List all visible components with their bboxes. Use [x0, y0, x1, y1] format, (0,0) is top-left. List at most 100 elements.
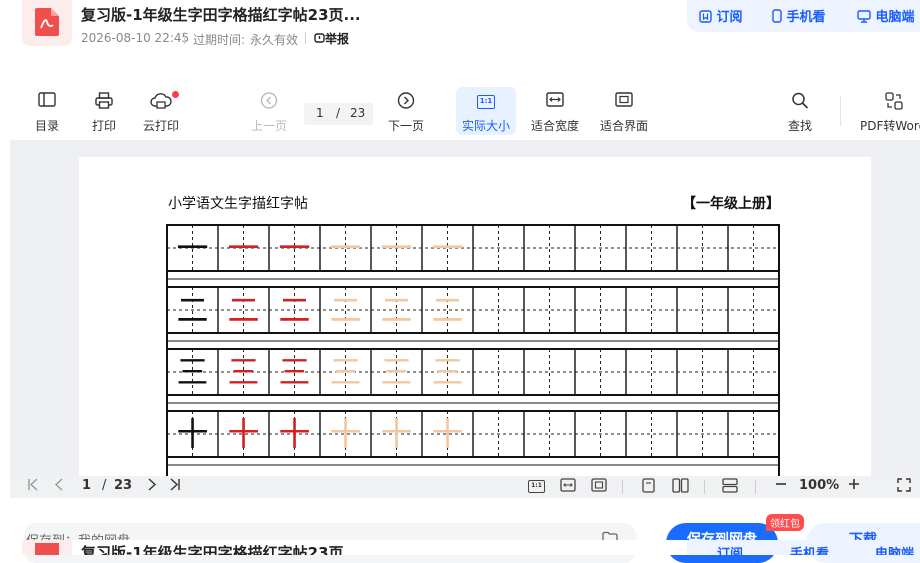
upload-date: 2026-08-10 22:45 — [81, 31, 190, 45]
worksheet-grade: 【一年级上册】 — [682, 196, 780, 212]
subscribe-button[interactable]: 订阅 — [699, 6, 743, 25]
cloud-print-icon — [150, 93, 172, 109]
fit-page-small-button[interactable] — [591, 478, 607, 496]
practice-character: 十 — [431, 415, 463, 453]
pdf-to-word-button[interactable]: PDF转Word — [860, 86, 920, 138]
top-actions-bar: 订阅 手机看 电脑端 — [687, 0, 920, 32]
practice-character: 二 — [329, 291, 361, 329]
prev-page-label: 上一页 — [250, 119, 287, 133]
print-label: 打印 — [91, 119, 116, 133]
prev-page-small-button[interactable] — [53, 478, 66, 495]
practice-character: 十 — [329, 415, 361, 453]
top-actions-bar: 订阅 手机看 电脑端 — [687, 540, 920, 555]
fullscreen-button[interactable] — [897, 478, 911, 496]
practice-character: 十 — [380, 415, 412, 453]
printer-icon — [95, 92, 113, 109]
next-page-label: 下一页 — [387, 119, 424, 133]
double-page-button[interactable] — [672, 478, 689, 497]
convert-icon — [885, 92, 903, 110]
practice-character: 一 — [431, 229, 463, 267]
practice-character: 二 — [227, 291, 259, 329]
practice-character: 三 — [176, 353, 208, 391]
practice-character: 二 — [380, 291, 412, 329]
practice-character: 二 — [431, 291, 463, 329]
print-button[interactable]: 打印 — [85, 86, 123, 138]
zoom-in-button[interactable] — [848, 478, 860, 494]
report-button[interactable]: 举报 — [314, 30, 349, 47]
pdf-file-icon — [22, 0, 72, 46]
actual-size-button[interactable]: 1:1 实际大小 — [456, 87, 516, 135]
fit-width-button[interactable]: 适合宽度 — [529, 86, 581, 138]
fullscreen-icon — [897, 478, 911, 492]
practice-character: 十 — [176, 415, 208, 453]
actual-size-small-button[interactable]: 1:1 — [528, 480, 545, 493]
fit-width-small-button[interactable] — [560, 478, 576, 496]
document-title: 复习版-1年级生字田字格描红字帖23页... — [81, 6, 361, 24]
page-separator: / — [336, 106, 341, 120]
monitor-icon — [857, 10, 871, 23]
chevron-left-circle-icon — [260, 92, 278, 109]
practice-character: 三 — [329, 353, 361, 391]
document-title: 复习版-1年级生字田字格描红字帖23页 — [81, 544, 344, 555]
red-packet-badge[interactable]: 领红包 — [766, 514, 804, 531]
practice-character: 一 — [329, 229, 361, 267]
tianzige-grid: 一一一一一一二二二二二二三三三三三三十十十十十十 — [166, 224, 780, 476]
viewer-toolbar: 目录 打印 云打印 上一页 下一页 1:1 实际大小 适合宽度 适合界面 查找 … — [0, 86, 920, 138]
practice-character: 十 — [227, 415, 259, 453]
mobile-view-button[interactable]: 手机看 — [772, 6, 826, 25]
fit-width-label: 适合宽度 — [530, 119, 579, 133]
next-page-small-button[interactable] — [145, 478, 158, 495]
practice-character: 三 — [227, 353, 259, 391]
first-page-button[interactable] — [27, 478, 40, 495]
actual-size-label: 实际大小 — [461, 119, 510, 133]
report-label: 举报 — [325, 32, 350, 46]
cloud-print-button[interactable]: 云打印 — [137, 86, 185, 138]
practice-character: 三 — [431, 353, 463, 391]
scroll-mode-icon — [722, 478, 738, 493]
plus-icon — [849, 479, 859, 489]
single-page-icon — [642, 478, 655, 493]
practice-row: 二二二二二二 — [166, 286, 780, 342]
practice-character: 十 — [278, 415, 310, 453]
next-page-button[interactable]: 下一页 — [384, 86, 428, 138]
fit-page-icon — [615, 92, 633, 107]
practice-character: 一 — [227, 229, 259, 267]
scroll-mode-button[interactable] — [722, 478, 738, 497]
pdf-file-icon — [22, 540, 72, 555]
fit-page-label: 适合界面 — [599, 119, 648, 133]
fit-width-icon — [546, 92, 564, 107]
last-page-button[interactable] — [168, 478, 181, 495]
desktop-button[interactable]: 电脑端 — [857, 6, 915, 25]
practice-character: 二 — [278, 291, 310, 329]
page-number-input[interactable]: 1 / 23 — [304, 103, 373, 125]
divider — [704, 480, 705, 494]
current-page: 1 — [316, 106, 324, 120]
fit-page-button[interactable]: 适合界面 — [598, 86, 650, 138]
practice-character: 一 — [380, 229, 412, 267]
notification-dot — [172, 91, 179, 98]
practice-row: 一一一一一一 — [166, 224, 780, 280]
catalog-button[interactable]: 目录 — [28, 86, 66, 138]
practice-character: 三 — [380, 353, 412, 391]
divider — [305, 32, 306, 44]
search-button[interactable]: 查找 — [783, 86, 817, 138]
subscribe-label[interactable]: 订阅 — [717, 543, 743, 555]
practice-character: 一 — [176, 229, 208, 267]
catalog-label: 目录 — [34, 119, 59, 133]
mobile-label[interactable]: 手机看 — [790, 543, 829, 555]
mobile-label: 手机看 — [786, 10, 826, 25]
prev-page-button[interactable]: 上一页 — [248, 86, 290, 138]
fit-width-icon — [560, 478, 576, 492]
zoom-out-button[interactable] — [775, 478, 787, 494]
fit-page-icon — [591, 478, 607, 492]
single-page-button[interactable] — [642, 478, 655, 497]
expire-label: 过期时间: — [193, 33, 246, 47]
report-icon — [314, 33, 325, 43]
desktop-label: 电脑端 — [875, 10, 915, 25]
duplicate-header-strip: 复习版-1年级生字田字格描红字帖23页 订阅 手机看 电脑端 — [0, 540, 920, 555]
document-viewer[interactable]: 小学语文生字描红字帖 【一年级上册】 一一一一一一二二二二二二三三三三三三十十十… — [10, 140, 920, 476]
bookmark-icon — [699, 10, 712, 23]
page-navigation-bar: 1 / 23 1:1 100% — [10, 476, 920, 498]
pdf-to-word-label: PDF转Word — [860, 119, 920, 133]
desktop-label[interactable]: 电脑端 — [875, 543, 914, 555]
